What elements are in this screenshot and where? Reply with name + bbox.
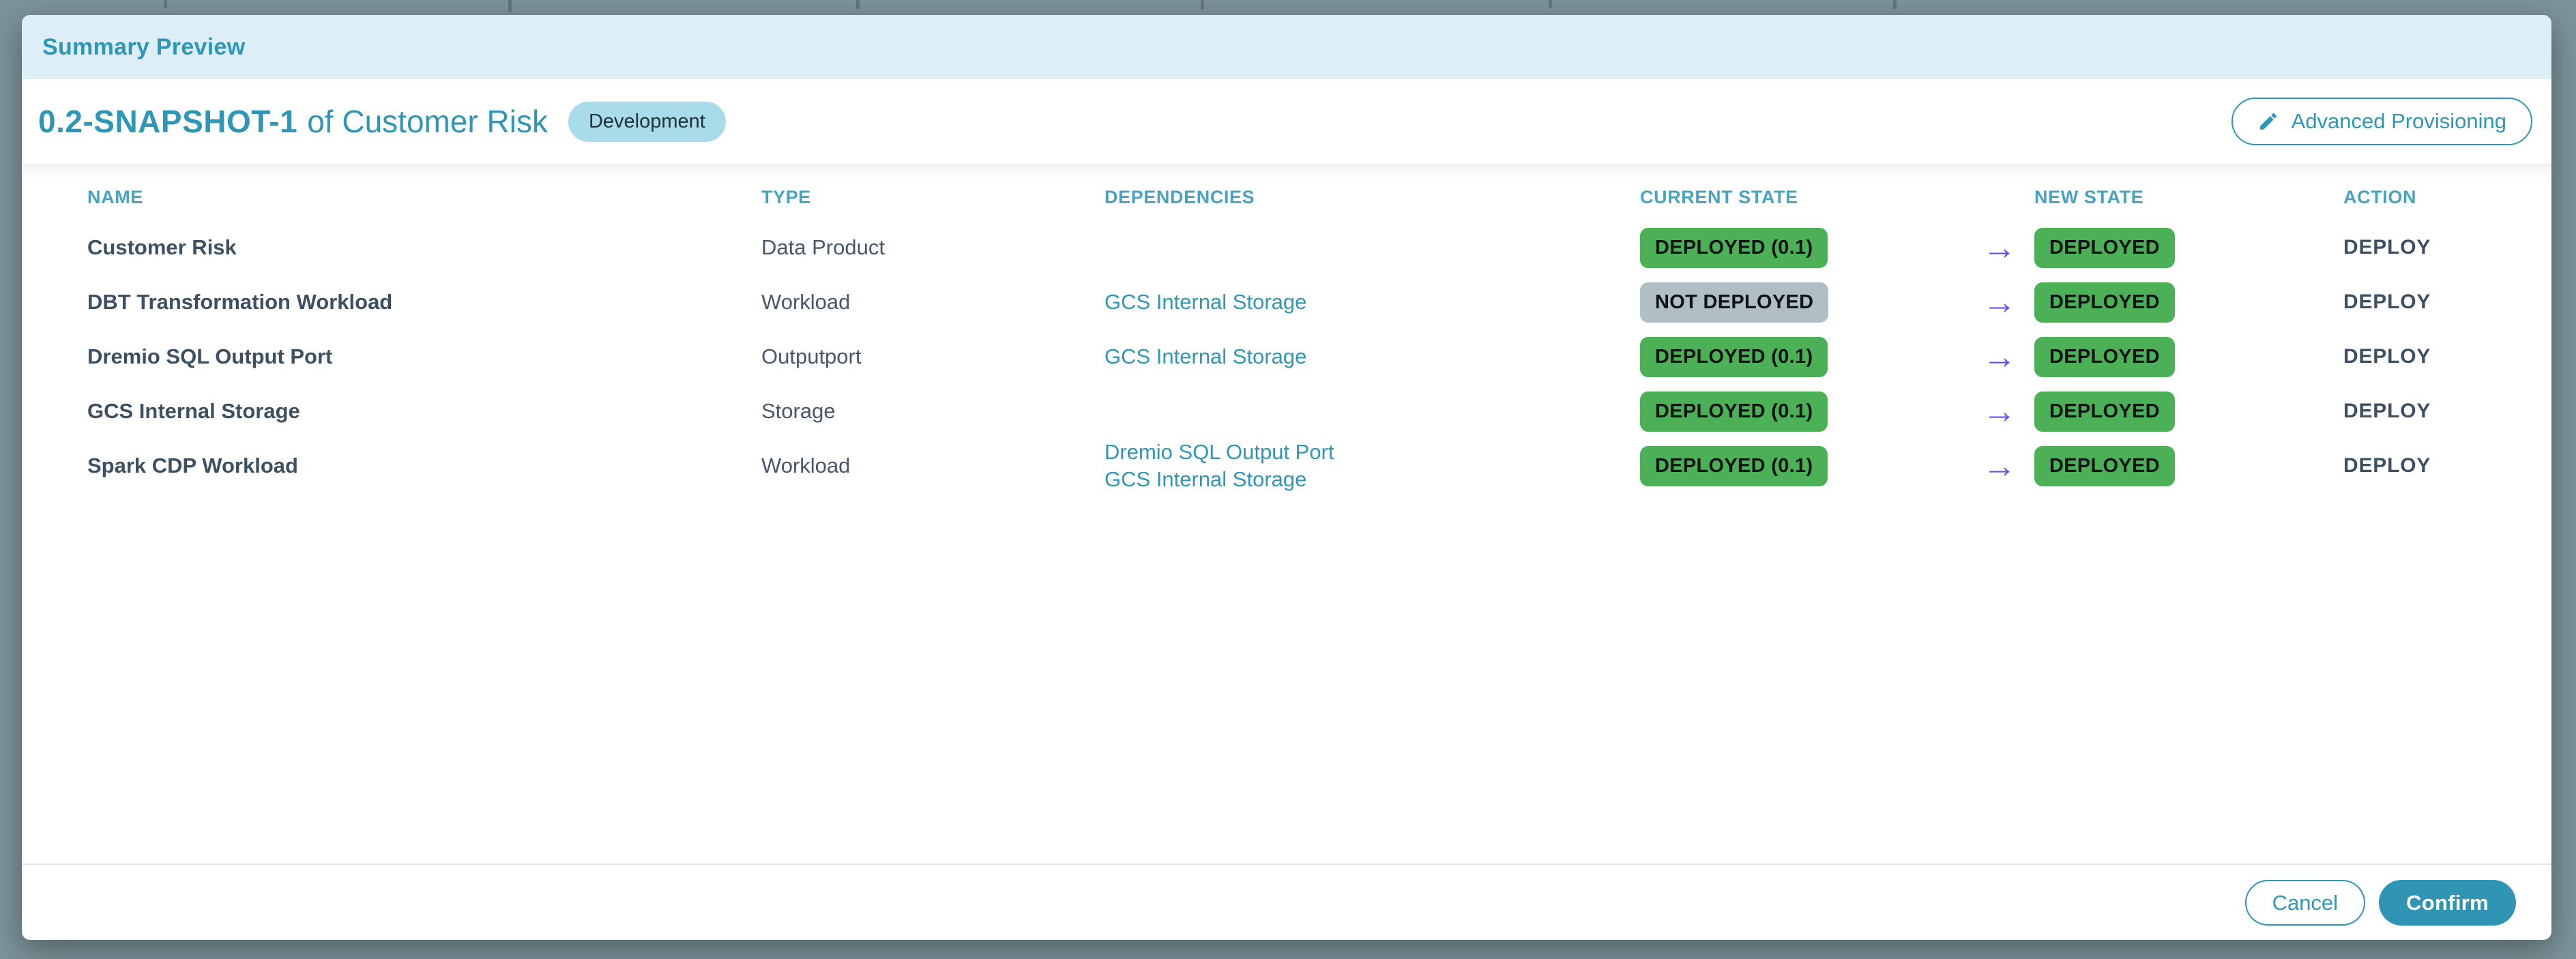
column-header-new-state: NEW STATE [2034,187,2343,208]
row-new-state-cell: DEPLOYED [2034,228,2343,268]
row-name: Dremio SQL Output Port [87,344,761,369]
background-glyph-fragment [508,0,512,12]
advanced-provisioning-label: Advanced Provisioning [2292,109,2506,134]
transition-arrow-icon: → [1982,285,2017,319]
row-dependencies: GCS Internal Storage [1104,343,1640,370]
title-divider [22,164,2551,179]
dialog-title-row: 0.2-SNAPSHOT-1 of Customer Risk Developm… [22,79,2551,164]
new-state-badge: DEPLOYED [2034,446,2175,486]
background-glyph-fragment [1549,0,1552,8]
dependency-link[interactable]: GCS Internal Storage [1104,466,1306,493]
row-name: Spark CDP Workload [87,454,761,478]
action-label: DEPLOY [2343,400,2524,423]
table-row: Spark CDP Workload Workload Dremio SQL O… [87,439,2524,493]
column-header-dependencies: DEPENDENCIES [1104,187,1640,208]
row-name: DBT Transformation Workload [87,290,761,314]
table-row: Customer Risk Data Product DEPLOYED (0.1… [87,220,2524,275]
environment-badge: Development [568,102,726,142]
background-glyph-fragment [1201,0,1204,10]
current-state-badge: DEPLOYED (0.1) [1640,392,1828,432]
dialog-title: Summary Preview [42,34,245,61]
transition-arrow-icon: → [1982,449,2017,483]
row-dependencies: Dremio SQL Output PortGCS Internal Stora… [1104,439,1640,493]
row-current-state-cell: DEPLOYED (0.1) → [1640,446,2034,486]
current-state-badge: DEPLOYED (0.1) [1640,446,1828,486]
transition-arrow-icon: → [1982,231,2017,265]
table-row: Dremio SQL Output Port Outputport GCS In… [87,329,2524,384]
column-header-current-state: CURRENT STATE [1640,187,2034,208]
row-type: Workload [761,290,1104,314]
row-name: GCS Internal Storage [87,399,761,424]
row-type: Outputport [761,344,1104,369]
current-state-badge: NOT DEPLOYED [1640,282,1828,323]
new-state-badge: DEPLOYED [2034,282,2175,323]
current-state-badge: DEPLOYED (0.1) [1640,337,1828,377]
row-name: Customer Risk [87,235,761,260]
row-new-state-cell: DEPLOYED [2034,392,2343,432]
row-new-state-cell: DEPLOYED [2034,446,2343,486]
row-new-state-cell: DEPLOYED [2034,337,2343,377]
table-body: Customer Risk Data Product DEPLOYED (0.1… [87,220,2524,493]
background-glyph-fragment [1893,0,1897,9]
column-header-type: TYPE [761,187,1104,208]
dependency-link[interactable]: Dremio SQL Output Port [1104,439,1334,466]
table-row: DBT Transformation Workload Workload GCS… [87,275,2524,329]
version-label: 0.2-SNAPSHOT-1 [38,103,297,140]
pencil-icon [2257,110,2279,132]
new-state-badge: DEPLOYED [2034,337,2175,377]
action-label: DEPLOY [2343,345,2524,368]
background-glyph-fragment [164,0,167,8]
dependency-link[interactable]: GCS Internal Storage [1104,343,1306,370]
background-glyph-fragment [856,0,860,9]
dependency-link[interactable]: GCS Internal Storage [1104,289,1306,316]
action-label: DEPLOY [2343,236,2524,259]
row-type: Data Product [761,235,1104,260]
cancel-button[interactable]: Cancel [2245,880,2366,926]
row-new-state-cell: DEPLOYED [2034,282,2343,323]
advanced-provisioning-button[interactable]: Advanced Provisioning [2231,98,2532,145]
confirm-button[interactable]: Confirm [2379,880,2516,926]
row-type: Workload [761,454,1104,478]
summary-preview-dialog: Summary Preview 0.2-SNAPSHOT-1 of Custom… [22,15,2551,940]
column-header-action: ACTION [2343,187,2524,208]
row-current-state-cell: DEPLOYED (0.1) → [1640,392,2034,432]
new-state-badge: DEPLOYED [2034,392,2175,432]
current-state-badge: DEPLOYED (0.1) [1640,228,1828,268]
transition-arrow-icon: → [1982,340,2017,374]
new-state-badge: DEPLOYED [2034,228,2175,268]
column-header-name: NAME [87,187,761,208]
transition-arrow-icon: → [1982,394,2017,428]
dialog-footer: Cancel Confirm [22,864,2551,940]
row-current-state-cell: NOT DEPLOYED → [1640,282,2034,323]
dialog-header: Summary Preview [22,15,2551,79]
action-label: DEPLOY [2343,454,2524,477]
deployment-table: NAME TYPE DEPENDENCIES CURRENT STATE NEW… [22,179,2551,493]
row-dependencies: GCS Internal Storage [1104,289,1640,316]
action-label: DEPLOY [2343,291,2524,314]
row-current-state-cell: DEPLOYED (0.1) → [1640,228,2034,268]
table-row: GCS Internal Storage Storage DEPLOYED (0… [87,384,2524,439]
row-type: Storage [761,399,1104,424]
row-current-state-cell: DEPLOYED (0.1) → [1640,337,2034,377]
table-header-row: NAME TYPE DEPENDENCIES CURRENT STATE NEW… [87,187,2524,208]
product-name-label: of Customer Risk [307,103,548,140]
